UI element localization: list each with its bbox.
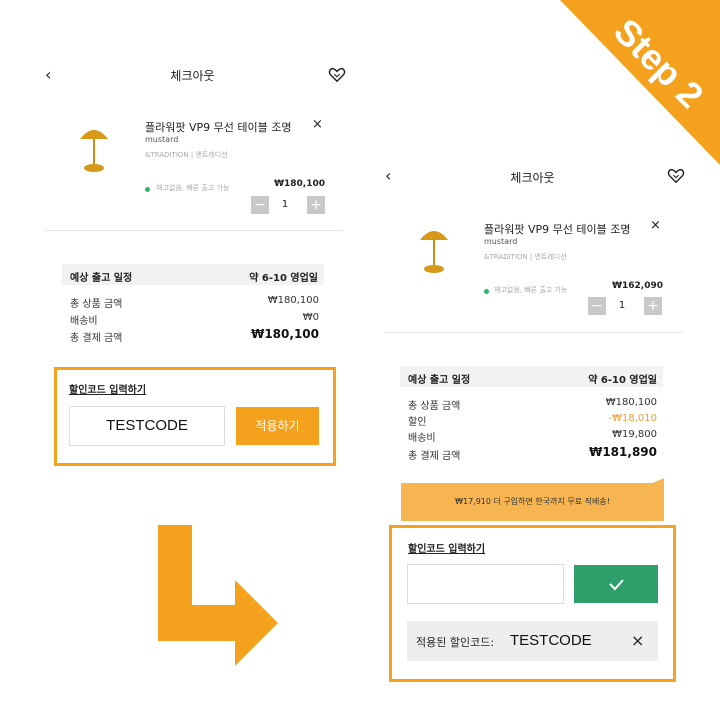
page-title: 체크아웃 bbox=[170, 69, 215, 83]
remove-item-button[interactable]: × bbox=[312, 117, 323, 132]
applied-coupon-code: TESTCODE bbox=[510, 632, 592, 649]
shipping-label: 예상 출고 일정 bbox=[70, 273, 133, 284]
apply-coupon-button[interactable]: 적용하기 bbox=[236, 407, 319, 445]
arrow-icon bbox=[158, 525, 278, 666]
qty-minus-button[interactable]: − bbox=[588, 297, 606, 315]
coupon-section-before: 할인코드 입력하기 TESTCODE 적용하기 bbox=[54, 367, 336, 466]
total-label: 총 결제 금액 bbox=[70, 333, 123, 344]
qty-value[interactable]: 1 bbox=[272, 196, 298, 214]
qty-plus-button[interactable]: + bbox=[307, 196, 325, 214]
stock-status-text: 재고없음, 빠른 출고 가능 bbox=[156, 184, 230, 192]
product-name[interactable]: 플라워팟 VP9 무선 테이블 조명 bbox=[484, 221, 630, 237]
summary-label: 총 상품 금액 bbox=[70, 299, 123, 310]
product-variant: mustard bbox=[145, 135, 179, 144]
stock-status-text: 재고없음, 빠른 출고 가능 bbox=[494, 286, 568, 294]
stock-status-dot bbox=[145, 187, 150, 192]
product-image bbox=[80, 130, 108, 172]
qty-minus-button[interactable]: − bbox=[251, 196, 269, 214]
coupon-title: 할인코드 입력하기 bbox=[408, 544, 486, 555]
confirm-coupon-button[interactable] bbox=[574, 565, 658, 603]
summary-label: 배송비 bbox=[70, 316, 98, 327]
shipping-estimate: 예상 출고 일정 약 6-10 영업일 bbox=[400, 366, 663, 387]
stock-status-dot bbox=[484, 289, 489, 294]
summary-value: ₩180,100 bbox=[267, 295, 319, 306]
item-price: ₩180,100 bbox=[274, 179, 325, 189]
coupon-title: 할인코드 입력하기 bbox=[69, 385, 147, 396]
page-title: 체크아웃 bbox=[510, 171, 555, 185]
divider bbox=[45, 230, 343, 231]
heart-icon[interactable] bbox=[328, 67, 346, 83]
coupon-section-after: 할인코드 입력하기 적용된 할인코드: TESTCODE × bbox=[389, 525, 676, 682]
product-brand: &TRADITION | 앤트레디션 bbox=[145, 151, 228, 159]
applied-coupon-label: 적용된 할인코드: bbox=[416, 636, 495, 649]
qty-plus-button[interactable]: + bbox=[644, 297, 662, 315]
product-variant: mustard bbox=[484, 237, 518, 246]
summary-label: 할인 bbox=[408, 417, 427, 428]
item-price: ₩162,090 bbox=[612, 281, 663, 291]
divider bbox=[385, 332, 683, 333]
back-button[interactable]: ‹ bbox=[385, 168, 391, 184]
summary-value: ₩0 bbox=[302, 312, 319, 323]
product-image bbox=[420, 231, 448, 273]
total-value: ₩180,100 bbox=[251, 327, 319, 341]
summary-value: ₩19,800 bbox=[612, 429, 657, 440]
shipping-value: 약 6-10 영업일 bbox=[249, 273, 318, 284]
qty-value[interactable]: 1 bbox=[609, 297, 635, 315]
remove-item-button[interactable]: × bbox=[650, 218, 661, 233]
checkout-after: ‹ 체크아웃 플라워팟 VP9 무선 테이블 조명 mustard &TRADI… bbox=[380, 160, 685, 490]
heart-icon[interactable] bbox=[667, 168, 685, 184]
applied-coupon-bar: 적용된 할인코드: TESTCODE × bbox=[407, 621, 658, 661]
shipping-label: 예상 출고 일정 bbox=[408, 375, 471, 386]
shipping-value: 약 6-10 영업일 bbox=[588, 375, 657, 386]
summary-label: 총 상품 금액 bbox=[408, 401, 461, 412]
summary-value: ₩180,100 bbox=[605, 397, 657, 408]
shipping-estimate: 예상 출고 일정 약 6-10 영업일 bbox=[62, 264, 324, 285]
back-button[interactable]: ‹ bbox=[45, 67, 51, 83]
check-icon bbox=[609, 579, 624, 591]
total-value: ₩181,890 bbox=[589, 445, 657, 459]
total-label: 총 결제 금액 bbox=[408, 451, 461, 462]
free-shipping-tooltip: ₩17,910 더 구입하면 한국까지 무료 직배송! bbox=[401, 483, 664, 521]
coupon-code-input[interactable] bbox=[407, 564, 564, 604]
coupon-code-input[interactable]: TESTCODE bbox=[69, 406, 225, 446]
product-name[interactable]: 플라워팟 VP9 무선 테이블 조명 bbox=[145, 119, 291, 135]
discount-value: -₩18,010 bbox=[608, 413, 658, 424]
remove-coupon-button[interactable]: × bbox=[631, 631, 644, 650]
product-brand: &TRADITION | 앤트레디션 bbox=[484, 253, 567, 261]
summary-label: 배송비 bbox=[408, 433, 436, 444]
